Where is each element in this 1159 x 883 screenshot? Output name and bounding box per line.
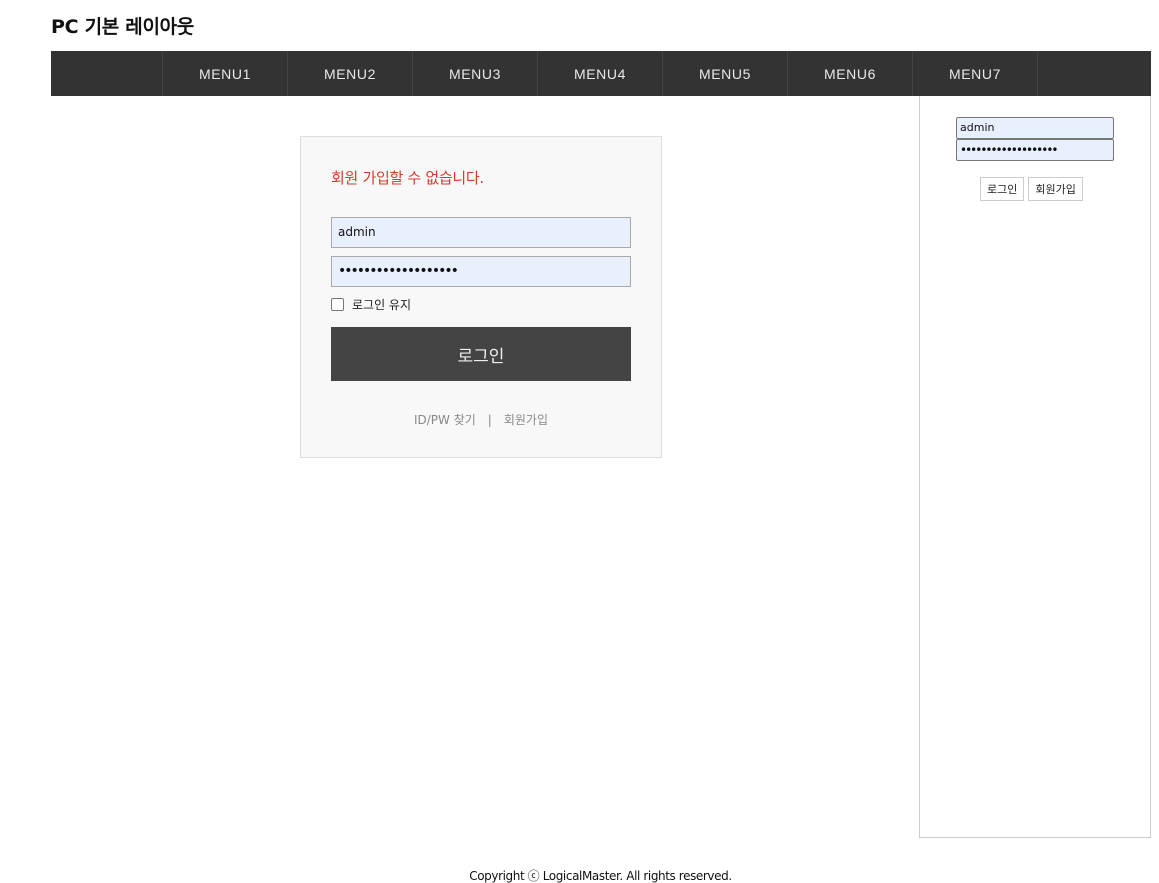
site-title: PC 기본 레이아웃 xyxy=(51,12,194,39)
site-title-bold: PC xyxy=(51,16,79,38)
nav-item-menu3[interactable]: MENU3 xyxy=(413,51,538,96)
password-input[interactable]: ••••••••••••••••••• xyxy=(331,256,631,287)
account-links: ID/PW 찾기 | 회원가입 xyxy=(301,411,661,428)
sidebar-signup-button[interactable]: 회원가입 xyxy=(1028,177,1083,201)
keep-login-checkbox[interactable] xyxy=(331,298,344,311)
nav-item-menu1[interactable]: MENU1 xyxy=(163,51,288,96)
footer-copyright: Copyright ⓒ LogicalMaster. All rights re… xyxy=(469,869,732,883)
sidebar: admin ••••••••••••••••••• 로그인 회원가입 xyxy=(919,96,1151,838)
sidebar-buttons: 로그인 회원가입 xyxy=(980,177,1083,201)
nav-list: MENU1 MENU2 MENU3 MENU4 MENU5 MENU6 MENU… xyxy=(162,51,1038,96)
id-input[interactable]: admin xyxy=(331,217,631,248)
nav-item-menu2[interactable]: MENU2 xyxy=(288,51,413,96)
sidebar-id-input[interactable]: admin xyxy=(956,117,1114,139)
find-id-pw-link[interactable]: ID/PW 찾기 xyxy=(414,413,476,427)
main-nav: MENU1 MENU2 MENU3 MENU4 MENU5 MENU6 MENU… xyxy=(51,51,1151,96)
login-panel: 회원 가입할 수 없습니다. admin •••••••••••••••••••… xyxy=(300,136,662,458)
signup-link[interactable]: 회원가입 xyxy=(504,413,548,427)
site-title-rest: 기본 레이아웃 xyxy=(78,16,195,38)
sidebar-password-input[interactable]: ••••••••••••••••••• xyxy=(956,139,1114,161)
keep-login-label: 로그인 유지 xyxy=(352,298,412,312)
login-button[interactable]: 로그인 xyxy=(331,327,631,381)
error-message: 회원 가입할 수 없습니다. xyxy=(331,169,484,187)
nav-item-menu5[interactable]: MENU5 xyxy=(663,51,788,96)
nav-item-menu6[interactable]: MENU6 xyxy=(788,51,913,96)
nav-item-menu7[interactable]: MENU7 xyxy=(913,51,1038,96)
nav-item-menu4[interactable]: MENU4 xyxy=(538,51,663,96)
link-separator: | xyxy=(487,413,492,427)
keep-login-option[interactable]: 로그인 유지 xyxy=(331,296,411,313)
sidebar-login-button[interactable]: 로그인 xyxy=(980,177,1025,201)
